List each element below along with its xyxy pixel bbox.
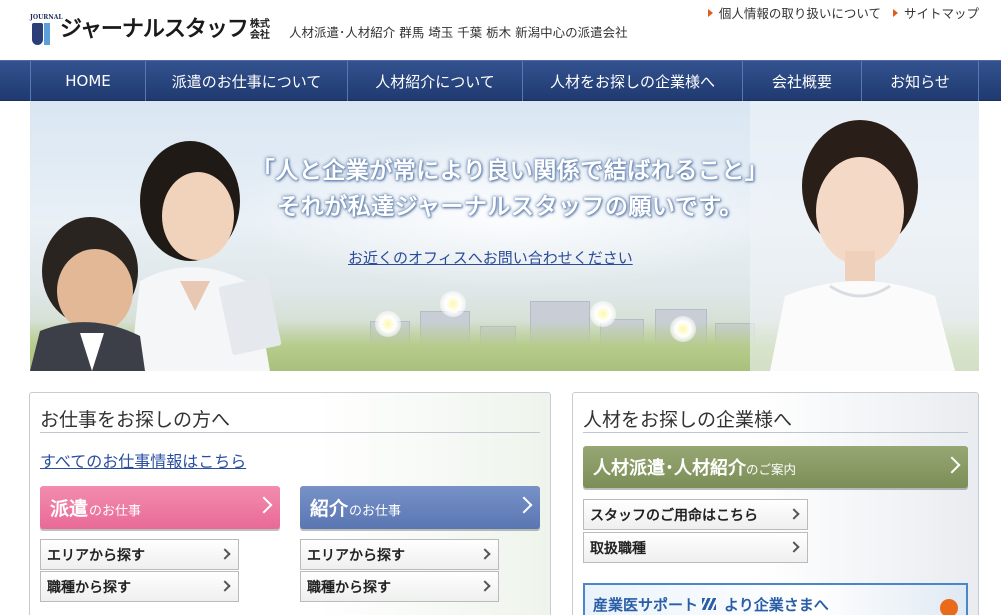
shokai-search-category-button[interactable]: 職種から探す — [300, 571, 499, 602]
nav-news[interactable]: お知らせ — [862, 61, 979, 101]
staffing-guide-button[interactable]: 人材派遣･人材紹介 のご案内 — [583, 446, 968, 488]
chevron-right-icon — [788, 541, 800, 553]
shokai-search-area-button[interactable]: エリアから探す — [300, 539, 499, 570]
staff-request-button[interactable]: スタッフのご用命はこちら — [583, 499, 808, 530]
nav-home[interactable]: HOME — [31, 61, 146, 101]
logo-j-accent — [44, 23, 50, 45]
logo-name: ジャーナルスタッフ — [60, 17, 249, 42]
chevron-right-icon — [219, 580, 231, 592]
nav-company-profile[interactable]: 会社概要 — [743, 61, 862, 101]
site-tagline: 人材派遣･人材紹介 群馬 埼玉 千葉 栃木 新潟中心の派遣会社 — [289, 25, 628, 40]
all-jobs-link[interactable]: すべてのお仕事情報はこちら — [40, 448, 246, 472]
nav-shokai[interactable]: 人材紹介について — [348, 61, 523, 101]
hero-message: 「人と企業が常により良い関係で結ばれること」 それが私達ジャーナルスタッフの願い… — [251, 158, 769, 220]
sitemap-link[interactable]: サイトマップ — [892, 3, 979, 22]
job-seekers-panel: お仕事をお探しの方へ すべてのお仕事情報はこちら 派遣 のお仕事 紹介 のお仕事… — [29, 392, 551, 615]
haken-search-category-button[interactable]: 職種から探す — [40, 571, 239, 602]
chevron-right-icon — [255, 496, 273, 514]
nurse-photo — [750, 101, 979, 371]
company-logo[interactable]: JOURNAL ジャーナルスタッフ 株式 会社 — [30, 12, 270, 46]
arrow-right-icon — [892, 8, 898, 17]
logo-mark: JOURNAL — [30, 14, 63, 46]
businesspeople-photo — [30, 141, 282, 371]
privacy-link[interactable]: 個人情報の取り扱いについて — [707, 3, 881, 22]
logo-j-shape — [32, 23, 43, 45]
chevron-right-icon — [479, 580, 491, 592]
job-categories-button[interactable]: 取扱職種 — [583, 532, 808, 563]
arrow-right-icon — [707, 8, 713, 17]
hero-banner: 「人と企業が常により良い関係で結ばれること」 それが私達ジャーナルスタッフの願い… — [30, 101, 979, 371]
nav-haken-jobs[interactable]: 派遣のお仕事について — [146, 61, 348, 101]
haken-jobs-button[interactable]: 派遣 のお仕事 — [40, 486, 280, 529]
site-header: JOURNAL ジャーナルスタッフ 株式 会社 人材派遣･人材紹介 群馬 埼玉 … — [0, 0, 1001, 60]
nav-for-companies[interactable]: 人材をお探しの企業様へ — [523, 61, 743, 101]
logo-stripes-icon — [702, 598, 717, 610]
top-links: 個人情報の取り扱いについて サイトマップ — [707, 3, 979, 22]
companies-panel: 人材をお探しの企業様へ 人材派遣･人材紹介 のご案内 スタッフのご用命はこちら … — [572, 392, 979, 615]
logo-journal-text: JOURNAL — [30, 14, 63, 21]
chevron-right-icon — [788, 508, 800, 520]
chevron-right-icon — [219, 548, 231, 560]
contact-office-link[interactable]: お近くのオフィスへお問い合わせください — [348, 247, 633, 268]
logo-suffix: 株式 会社 — [249, 19, 270, 41]
main-nav: HOME 派遣のお仕事について 人材紹介について 人材をお探しの企業様へ 会社概… — [0, 60, 1001, 101]
chevron-right-icon — [479, 548, 491, 560]
shokai-jobs-button[interactable]: 紹介 のお仕事 — [300, 486, 540, 529]
panel-title: 人材をお探しの企業様へ — [583, 409, 793, 431]
chevron-right-icon — [515, 496, 533, 514]
arrow-circle-icon — [940, 599, 958, 615]
chevron-right-icon — [943, 456, 961, 474]
occupational-doctor-banner[interactable]: 産業医サポート より企業さまへ — [583, 583, 968, 615]
haken-search-area-button[interactable]: エリアから探す — [40, 539, 239, 570]
panel-title: お仕事をお探しの方へ — [40, 409, 231, 431]
